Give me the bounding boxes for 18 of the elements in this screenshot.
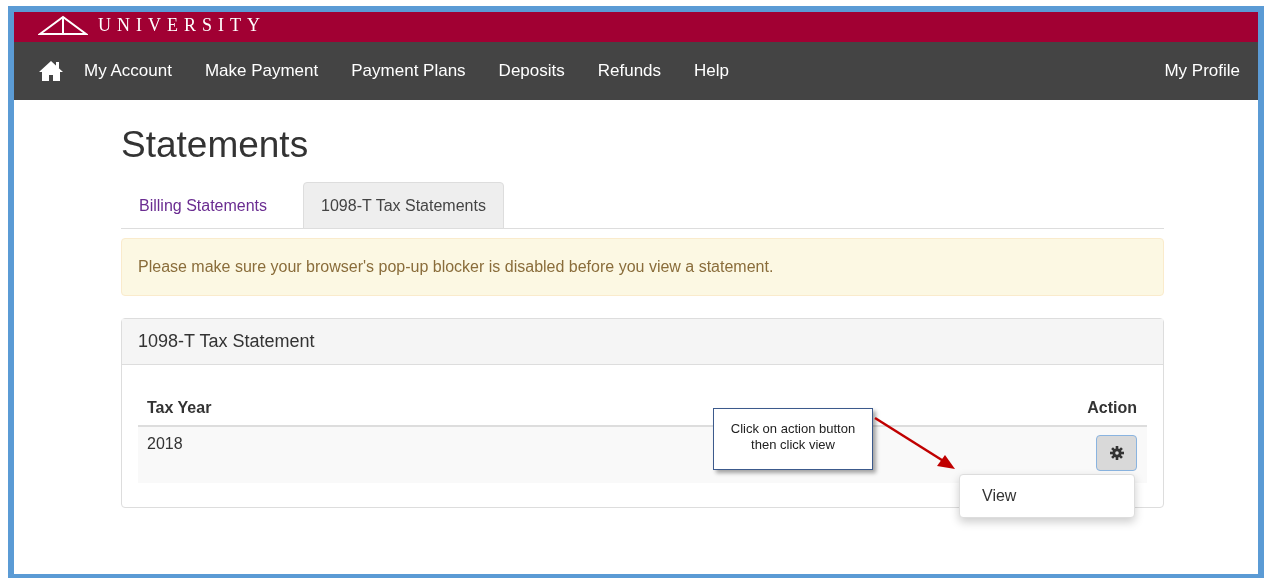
nav-link[interactable]: My Account xyxy=(84,61,172,81)
column-header: Action xyxy=(1087,399,1137,417)
alert-message: Please make sure your browser's pop-up blocker is disabled before you view a statement. xyxy=(121,238,1164,296)
panel-title: 1098-T Tax Statement xyxy=(122,319,1163,365)
nav-link[interactable]: Payment Plans xyxy=(351,61,466,81)
nav-link[interactable]: Deposits xyxy=(498,61,565,81)
menu-item[interactable]: View xyxy=(960,483,1134,509)
nav-link[interactable]: My Profile xyxy=(1164,61,1240,81)
table-cell: 2018 xyxy=(147,435,183,453)
tab[interactable]: 1098-T Tax Statements xyxy=(303,182,504,229)
page-title: Statements xyxy=(121,124,310,166)
callout-note: Click on action button then click view xyxy=(713,408,873,470)
nav-link[interactable]: Make Payment xyxy=(204,61,319,81)
nav-link[interactable]: Refunds xyxy=(597,61,662,81)
tab[interactable]: Billing Statements xyxy=(121,182,286,229)
nav-link[interactable]: Help xyxy=(694,61,730,81)
university-name: UNIVERSITY xyxy=(98,14,266,37)
column-header: Tax Year xyxy=(147,399,212,417)
